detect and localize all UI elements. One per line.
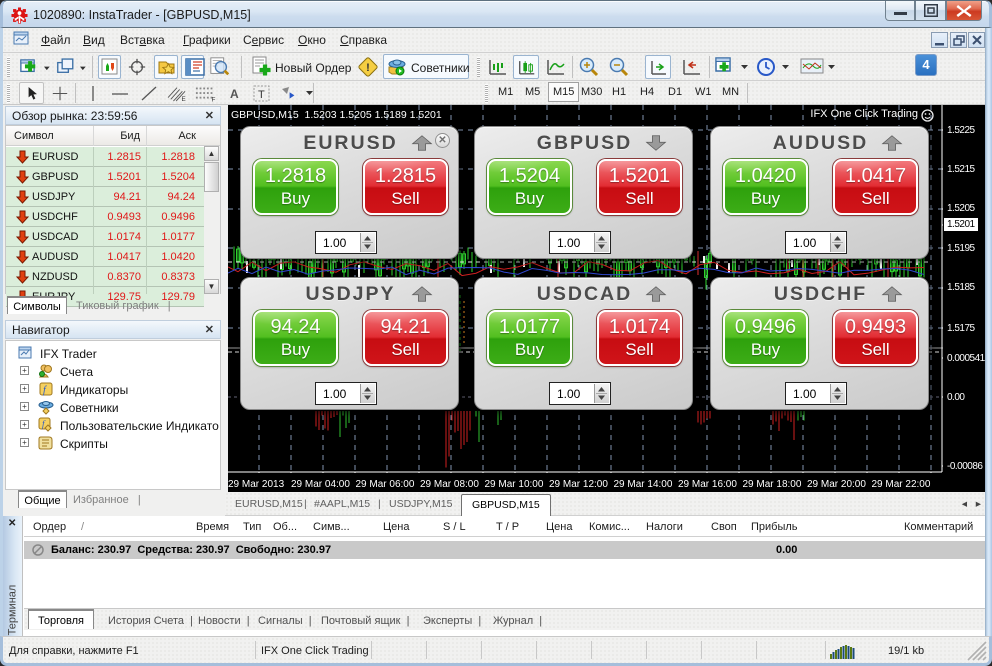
svg-text:!: ! xyxy=(366,62,370,74)
svg-text:T: T xyxy=(258,89,265,101)
svg-text:E: E xyxy=(181,96,185,102)
svg-text:F: F xyxy=(212,96,216,103)
